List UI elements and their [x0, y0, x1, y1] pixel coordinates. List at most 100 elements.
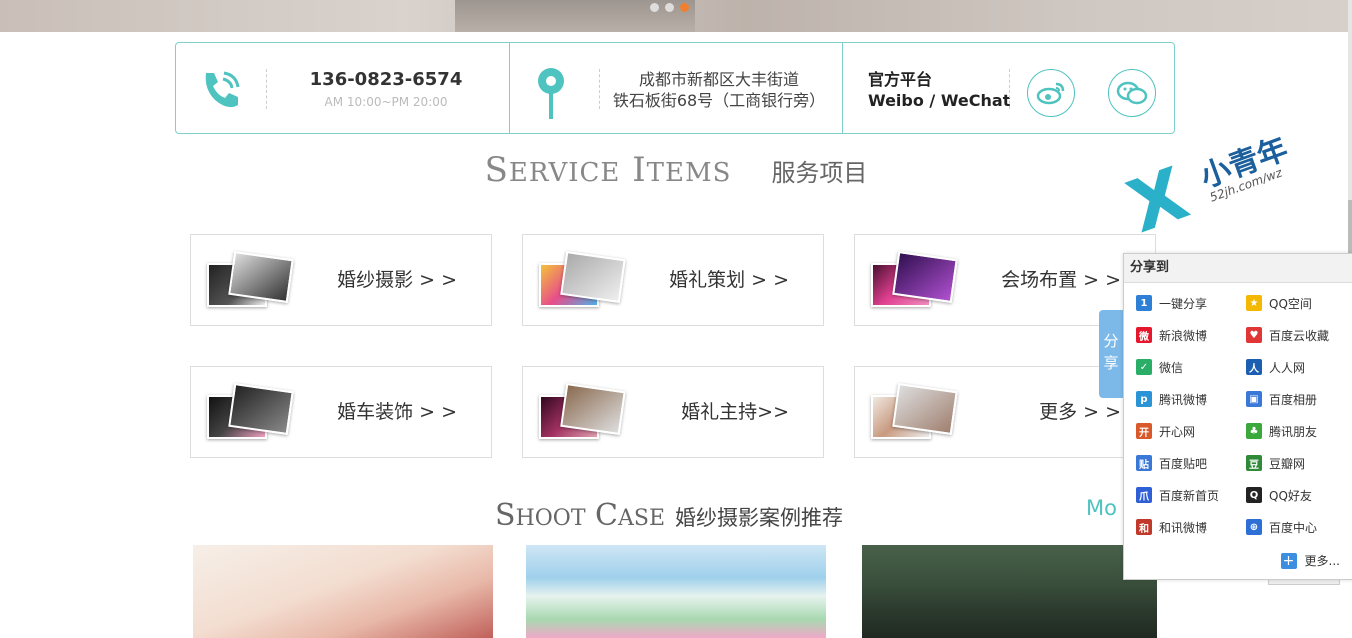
- service-label: 更多 > >: [1039, 401, 1121, 423]
- wechat-icon: [1116, 81, 1148, 105]
- share-item-label: 百度中心: [1269, 520, 1318, 535]
- share-item[interactable]: ♥ 百度云收藏: [1246, 326, 1346, 344]
- social-heading: 官方平台 Weibo / WeChat: [868, 69, 1010, 111]
- shoot-case-section-title: SHOOT CASE 婚纱摄影案例推荐: [495, 498, 843, 533]
- share-item[interactable]: 和和讯微博: [1136, 518, 1246, 536]
- share-item-label: QQ好友: [1269, 488, 1312, 503]
- weibo-icon: [1036, 82, 1065, 105]
- banner-dot-active[interactable]: [680, 3, 689, 12]
- banner-pager[interactable]: [650, 3, 689, 12]
- service-label: 婚礼主持>>: [681, 401, 789, 423]
- banner-dot[interactable]: [650, 3, 659, 12]
- share-item[interactable]: ▣ 百度相册: [1246, 390, 1346, 408]
- service-thumbnail: [207, 383, 294, 439]
- heart-icon: ♥: [1246, 327, 1262, 343]
- share-item-label: 一键分享: [1159, 296, 1208, 311]
- business-hours: AM 10:00~PM 20:00: [324, 95, 448, 109]
- share-item-label: 百度新首页: [1159, 488, 1220, 503]
- share-more-button[interactable]: + 更多...: [1280, 552, 1340, 569]
- social-title: 官方平台: [868, 70, 933, 89]
- baidu-album-icon: ▣: [1246, 391, 1262, 407]
- share-item[interactable]: 1 一键分享: [1136, 294, 1246, 312]
- share-item[interactable]: 开开心网: [1136, 422, 1246, 440]
- case-image[interactable]: [862, 545, 1157, 638]
- phone-icon: [205, 71, 240, 108]
- service-label: 婚车装饰 > >: [337, 401, 457, 423]
- service-thumbnail: [871, 383, 958, 439]
- share-item[interactable]: 微新浪微博: [1136, 326, 1246, 344]
- wechat-icon: ✓: [1136, 359, 1152, 375]
- share-item[interactable]: ★ QQ空间: [1246, 294, 1346, 312]
- share-panel: 分享到 1 一键分享 ★ QQ空间微新浪微博 ♥ 百度云收藏 ✓ 微信 人人人网 p 腾讯微博 ▣ 百度…: [1123, 253, 1352, 580]
- share-item-label: 新浪微博: [1159, 328, 1208, 343]
- renren-icon: 人: [1246, 359, 1262, 375]
- contact-phone-cell: 136-0823-6574 AM 10:00~PM 20:00: [176, 43, 510, 133]
- address-line-1: 成都市新都区大丰街道: [638, 70, 799, 89]
- weibo-button[interactable]: [1027, 69, 1075, 117]
- watermark-x-icon: X: [1117, 151, 1199, 249]
- hexun-icon: 和: [1136, 519, 1152, 535]
- tencent-weibo-icon: p: [1136, 391, 1152, 407]
- service-label: 会场布置 > >: [1001, 269, 1121, 291]
- one-click-share-icon: 1: [1136, 295, 1152, 311]
- share-grid: 1 一键分享 ★ QQ空间微新浪微博 ♥ 百度云收藏 ✓ 微信 人人人网 p 腾讯微博 ▣ 百度相册开开…: [1136, 294, 1346, 536]
- share-item[interactable]: 人人人网: [1246, 358, 1346, 376]
- share-item[interactable]: ✓ 微信: [1136, 358, 1246, 376]
- service-card-wedding-planning[interactable]: 婚礼策划 > >: [522, 234, 824, 326]
- share-item[interactable]: 豆豆瓣网: [1246, 454, 1346, 472]
- share-tab[interactable]: 分享: [1099, 310, 1123, 398]
- share-item[interactable]: p 腾讯微博: [1136, 390, 1246, 408]
- phone-number: 136-0823-6574: [309, 69, 463, 90]
- plus-icon: +: [1280, 552, 1297, 569]
- share-item-label: 开心网: [1159, 424, 1196, 439]
- divider: [1009, 69, 1010, 109]
- qzone-icon: ★: [1246, 295, 1262, 311]
- social-subtitle: Weibo / WeChat: [868, 91, 1011, 110]
- contact-social-cell: 官方平台 Weibo / WeChat: [842, 43, 1174, 133]
- service-card-wedding-host[interactable]: 婚礼主持>>: [522, 366, 824, 458]
- share-item[interactable]: Q QQ好友: [1246, 486, 1346, 504]
- contact-bar: 136-0823-6574 AM 10:00~PM 20:00 成都市新都区大丰…: [175, 42, 1175, 134]
- wechat-button[interactable]: [1108, 69, 1156, 117]
- douban-icon: 豆: [1246, 455, 1262, 471]
- share-tab-label: 分享: [1103, 332, 1119, 372]
- share-item-label: 和讯微博: [1159, 520, 1208, 535]
- service-thumbnail: [871, 251, 958, 307]
- share-item-label: 百度贴吧: [1159, 456, 1208, 471]
- share-item[interactable]: ♣ 腾讯朋友: [1246, 422, 1346, 440]
- share-item-label: 人人网: [1269, 360, 1306, 375]
- shoot-case-title-cn: 婚纱摄影案例推荐: [675, 506, 844, 530]
- share-item-label: 百度相册: [1269, 392, 1318, 407]
- share-item-label: 微信: [1159, 360, 1184, 375]
- share-item-label: 豆瓣网: [1269, 456, 1306, 471]
- baidu-paw-icon: 爪: [1136, 487, 1152, 503]
- service-title-en: SERVICE ITEMS: [484, 150, 732, 190]
- shoot-case-title-en: SHOOT CASE: [495, 498, 666, 533]
- service-label: 婚礼策划 > >: [669, 269, 789, 291]
- service-card-wedding-photo[interactable]: 婚纱摄影 > >: [190, 234, 492, 326]
- service-card-wedding-car[interactable]: 婚车装饰 > >: [190, 366, 492, 458]
- site-watermark-logo: X 小青年 52jh.com/wz: [1117, 131, 1300, 249]
- share-item[interactable]: 爪百度新首页: [1136, 486, 1246, 504]
- contact-address-cell: 成都市新都区大丰街道 铁石板街68号（工商银行旁）: [509, 43, 843, 133]
- case-image[interactable]: [526, 545, 826, 638]
- kaixin-icon: 开: [1136, 423, 1152, 439]
- service-thumbnail: [539, 251, 626, 307]
- service-thumbnail: [539, 383, 626, 439]
- tieba-icon: 贴: [1136, 455, 1152, 471]
- case-image[interactable]: [193, 545, 493, 638]
- share-item[interactable]: ⊕ 百度中心: [1246, 518, 1346, 536]
- share-item-label: 腾讯朋友: [1269, 424, 1318, 439]
- service-thumbnail: [207, 251, 294, 307]
- baidu-center-icon: ⊕: [1246, 519, 1262, 535]
- share-more-label: 更多...: [1304, 554, 1340, 568]
- service-title-cn: 服务项目: [771, 159, 868, 187]
- share-item[interactable]: 贴百度贴吧: [1136, 454, 1246, 472]
- address-line-2: 铁石板街68号（工商银行旁）: [612, 91, 826, 110]
- location-pin-icon: [538, 68, 564, 119]
- more-link[interactable]: Mo: [1086, 496, 1117, 520]
- share-panel-title: 分享到: [1124, 254, 1352, 283]
- banner-dot[interactable]: [665, 3, 674, 12]
- share-item-label: 腾讯微博: [1159, 392, 1208, 407]
- share-item-label: QQ空间: [1269, 296, 1312, 311]
